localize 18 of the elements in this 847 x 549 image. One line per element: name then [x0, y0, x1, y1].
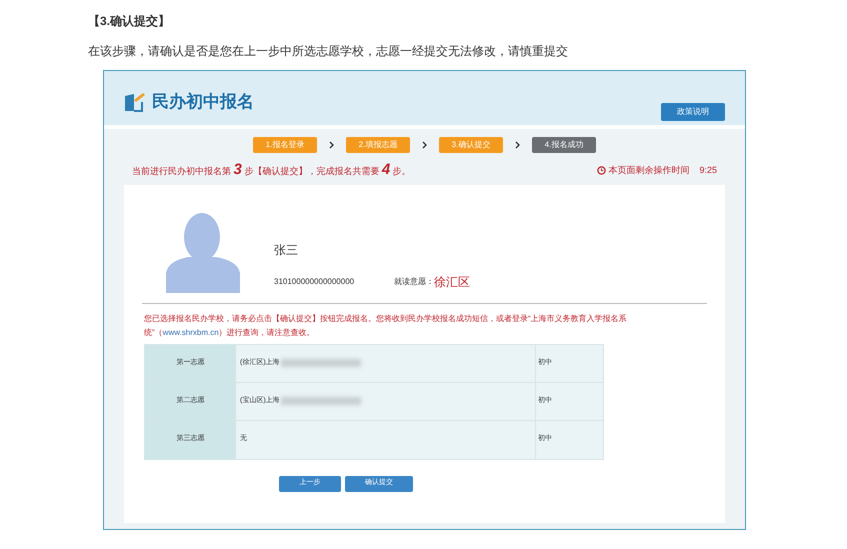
chevron-icon: [422, 141, 427, 149]
pencil-book-icon: [124, 92, 146, 112]
chevron-icon: [515, 141, 520, 149]
timer-value: 9:25: [699, 164, 717, 176]
notice-text: 您已选择报名民办学校，请务必点击【确认提交】按钮完成报名。您将收到民办学校报名成功短信，或者登录“上海市义务教育入学报名系统”（www.shrxbm.cn）进行查询，请注意查收。: [144, 312, 628, 338]
district-value: 徐汇区: [434, 274, 470, 290]
student-id: 310100000000000000: [274, 276, 354, 288]
clock-icon: [597, 166, 606, 175]
intro-text: 在该步骤，请确认是否是您在上一步中所选志愿学校，志愿一经提交无法修改，请慎重提交: [88, 43, 569, 60]
site-link[interactable]: www.shrxbm.cn: [162, 328, 219, 336]
app-title: 民办初中报名: [152, 91, 254, 113]
timer-label: 本页面剩余操作时间: [608, 164, 690, 176]
chevron-icon: [329, 141, 334, 149]
district-label: 就读意愿：: [394, 276, 434, 286]
progress-text: 当前进行民办初中报名第 3 步【确认提交】，完成报名共需要 4 步。: [132, 160, 411, 180]
student-name: 张三: [274, 242, 299, 258]
policy-button[interactable]: 政策说明: [661, 103, 725, 121]
section-heading: 【3.确认提交】: [88, 13, 172, 30]
